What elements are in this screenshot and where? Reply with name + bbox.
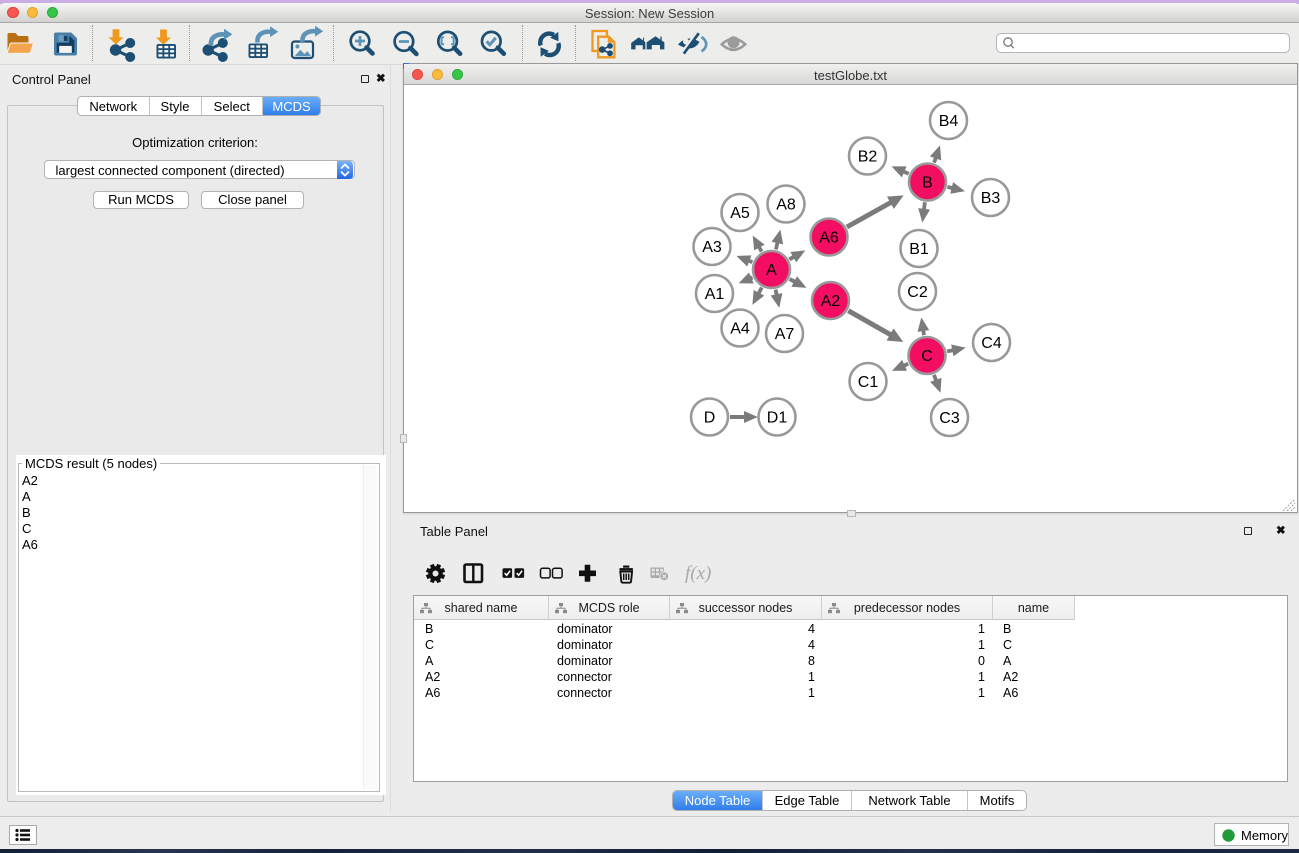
svg-text:f(x): f(x) — [685, 563, 711, 584]
svg-text:B1: B1 — [909, 241, 929, 258]
svg-text:C1: C1 — [858, 374, 879, 391]
svg-text:A2: A2 — [821, 293, 841, 310]
svg-text:C3: C3 — [939, 410, 960, 427]
svg-text:D: D — [704, 410, 716, 427]
svg-text:D1: D1 — [767, 410, 788, 427]
svg-text:A6: A6 — [819, 230, 839, 247]
svg-text:B: B — [922, 175, 933, 192]
svg-text:B3: B3 — [981, 190, 1001, 207]
svg-text:A7: A7 — [775, 326, 795, 343]
svg-text:A4: A4 — [730, 321, 750, 338]
svg-text:C: C — [921, 348, 933, 365]
svg-text:A: A — [766, 262, 777, 279]
svg-text:A5: A5 — [730, 205, 750, 222]
svg-text:B4: B4 — [939, 113, 959, 130]
svg-text:B2: B2 — [858, 149, 878, 166]
svg-text:A3: A3 — [702, 239, 722, 256]
svg-text:C2: C2 — [907, 284, 928, 301]
svg-text:A1: A1 — [705, 286, 725, 303]
svg-text:C4: C4 — [981, 335, 1002, 352]
svg-text:A8: A8 — [776, 197, 796, 214]
